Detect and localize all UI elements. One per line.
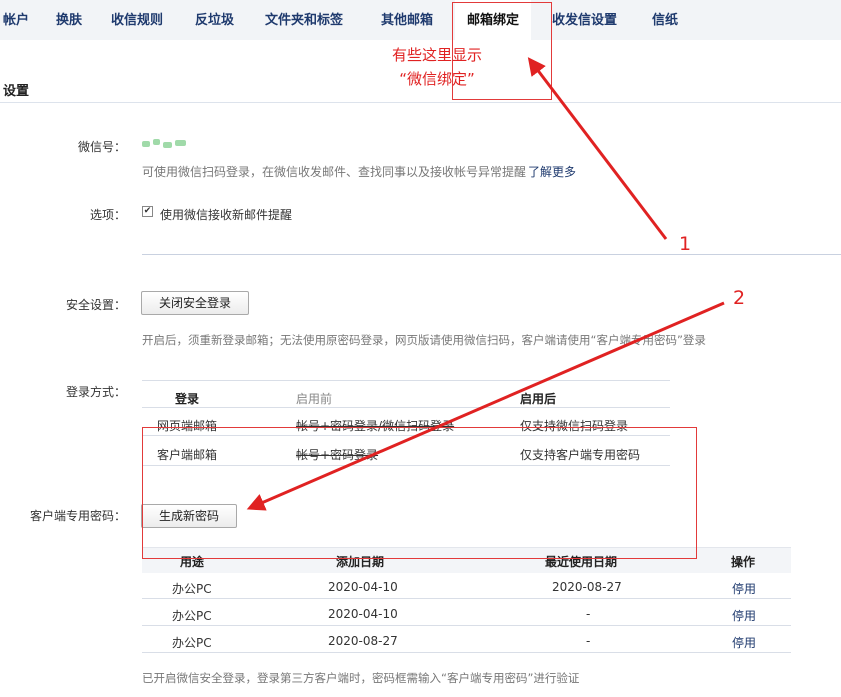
annotation-arrow-1 [527,57,668,240]
annotation-arrows [246,57,725,511]
annotation-arrow-2 [246,301,725,511]
